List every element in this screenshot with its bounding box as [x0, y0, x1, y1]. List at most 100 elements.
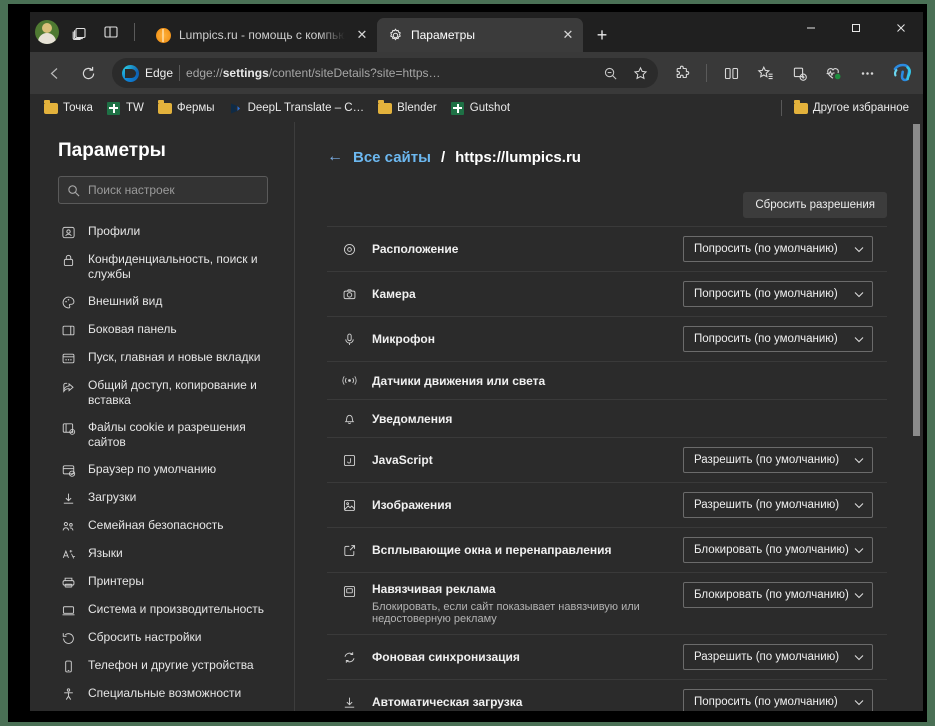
chevron-down-icon: [854, 336, 864, 343]
permission-value: Попросить (по умолчанию): [694, 288, 838, 300]
sidebar-item-profiles[interactable]: Профили: [30, 218, 294, 246]
bookmark-label: Blender: [397, 102, 437, 114]
permission-row-images: Изображения Разрешить (по умолчанию): [327, 483, 887, 528]
sidebar-item-label: Принтеры: [88, 574, 144, 588]
palette-icon: [60, 294, 76, 310]
maximize-button[interactable]: [833, 12, 878, 44]
sidebar-item-appearance[interactable]: Внешний вид: [30, 288, 294, 316]
breadcrumb-all-sites-link[interactable]: Все сайты: [353, 149, 431, 166]
close-tab-icon[interactable]: ✕: [353, 26, 371, 44]
bookmark-label: Фермы: [176, 102, 215, 114]
permission-label: Всплывающие окна и перенаправления: [372, 543, 612, 557]
collections-icon[interactable]: [783, 57, 815, 89]
content-scrollbar[interactable]: [910, 122, 923, 711]
other-favorites-button[interactable]: Другое избранное: [788, 98, 915, 118]
sidebar-item-label: Система и производительность: [88, 602, 265, 616]
chevron-down-icon: [854, 502, 864, 509]
permission-label-with-desc: Навязчивая реклама Блокировать, если сай…: [372, 582, 683, 625]
sidebar-item-start-home-newtabs[interactable]: Пуск, главная и новые вкладки: [30, 344, 294, 372]
settings-sidebar: Параметры Профили Конфи: [30, 122, 295, 711]
settings-content: ← Все сайты / https://lumpics.ru Сбросит…: [295, 122, 923, 711]
bookmark-item[interactable]: Точка: [38, 98, 99, 118]
sync-icon: [341, 649, 358, 666]
scrollbar-thumb[interactable]: [913, 124, 920, 436]
permission-select[interactable]: Разрешить (по умолчанию): [683, 492, 873, 518]
sidebar-item-about-edge[interactable]: О программе Microsoft Edge: [30, 708, 294, 711]
bookmark-item[interactable]: Gutshot: [445, 98, 516, 118]
permission-value: Попросить (по умолчанию): [694, 696, 838, 708]
spreadsheet-icon: [451, 101, 465, 115]
bookmark-item[interactable]: Blender: [372, 98, 443, 118]
permission-label: Фоновая синхронизация: [372, 650, 520, 664]
sidebar-item-family-safety[interactable]: Семейная безопасность: [30, 512, 294, 540]
browser-essentials-icon[interactable]: [817, 57, 849, 89]
puzzle-icon[interactable]: [666, 57, 698, 89]
bookmark-item[interactable]: Фермы: [152, 98, 221, 118]
sidebar-item-label: Специальные возможности: [88, 686, 242, 700]
window-controls: [788, 12, 923, 52]
sidebar-item-languages[interactable]: Языки: [30, 540, 294, 568]
permission-row-automatic-downloads: Автоматическая загрузка Попросить (по ум…: [327, 680, 887, 711]
permission-select[interactable]: Блокировать (по умолчанию): [683, 582, 873, 608]
sidebar-item-label: Боковая панель: [88, 322, 177, 336]
permission-select[interactable]: Разрешить (по умолчанию): [683, 644, 873, 670]
split-screen-icon[interactable]: [96, 17, 126, 47]
sidebar-item-downloads[interactable]: Загрузки: [30, 484, 294, 512]
permission-select[interactable]: Попросить (по умолчанию): [683, 281, 873, 307]
chevron-down-icon: [854, 291, 864, 298]
browser-tab-active[interactable]: Параметры ✕: [377, 18, 583, 52]
permission-select[interactable]: Разрешить (по умолчанию): [683, 447, 873, 473]
divider: [706, 64, 707, 82]
profile-avatar-button[interactable]: [32, 17, 62, 47]
split-screen-icon[interactable]: [715, 57, 747, 89]
star-icon[interactable]: [628, 61, 652, 85]
permission-select-open[interactable]: Попросить (по умолчанию): [683, 326, 873, 352]
permission-select[interactable]: Попросить (по умолчанию): [683, 689, 873, 711]
sidebar-item-label: Сбросить настройки: [88, 630, 202, 644]
sidebar-item-label: Загрузки: [88, 490, 137, 504]
site-details-panel: ← Все сайты / https://lumpics.ru Сбросит…: [295, 122, 923, 711]
permission-select[interactable]: Попросить (по умолчанию): [683, 236, 873, 262]
sidebar-item-phone-other-devices[interactable]: Телефон и другие устройства: [30, 652, 294, 680]
popup-icon: [341, 542, 358, 559]
permission-row-camera: Камера Попросить (по умолчанию): [327, 272, 887, 317]
favorites-list-icon[interactable]: [749, 57, 781, 89]
permission-row-location: Расположение Попросить (по умолчанию): [327, 227, 887, 272]
sidebar-item-reset-settings[interactable]: Сбросить настройки: [30, 624, 294, 652]
address-bar[interactable]: Edge edge://settings/content/siteDetails…: [112, 58, 658, 88]
zoom-out-icon[interactable]: [598, 61, 622, 85]
sidebar-item-share-copy-paste[interactable]: Общий доступ, копирование и вставка: [30, 372, 294, 414]
close-window-button[interactable]: [878, 12, 923, 44]
orange-circle-icon: [155, 27, 171, 43]
reset-permissions-button[interactable]: Сбросить разрешения: [743, 192, 887, 218]
back-icon[interactable]: [38, 57, 70, 89]
new-tab-icon[interactable]: +: [587, 20, 617, 50]
sidebar-item-default-browser[interactable]: Браузер по умолчанию: [30, 456, 294, 484]
location-icon: [341, 241, 358, 258]
reload-icon[interactable]: [72, 57, 104, 89]
permission-value: Попросить (по умолчанию): [694, 333, 838, 345]
share-icon: [60, 378, 76, 394]
bookmark-item[interactable]: TW: [101, 98, 150, 118]
bookmarks-bar: Точка TW Фермы DeepL Translate – C… Blen…: [30, 94, 923, 122]
permission-label: Расположение: [372, 242, 459, 256]
back-arrow-icon[interactable]: ←: [327, 148, 343, 166]
minimize-button[interactable]: [788, 12, 833, 44]
more-ellipsis-icon[interactable]: [851, 57, 883, 89]
tab-search-icon[interactable]: [64, 17, 94, 47]
tab-strip-left-icons: [30, 12, 145, 52]
sidebar-item-sidebar[interactable]: Боковая панель: [30, 316, 294, 344]
sidebar-item-accessibility[interactable]: Специальные возможности: [30, 680, 294, 708]
close-tab-icon[interactable]: ✕: [559, 26, 577, 44]
bookmark-item[interactable]: DeepL Translate – C…: [223, 98, 371, 118]
browser-tab[interactable]: Lumpics.ru - помощь с компьюте ✕: [145, 18, 377, 52]
search-input[interactable]: [88, 183, 259, 197]
copilot-icon[interactable]: [889, 60, 915, 86]
sidebar-item-system-performance[interactable]: Система и производительность: [30, 596, 294, 624]
reset-icon: [60, 630, 76, 646]
settings-search-box[interactable]: [58, 176, 268, 204]
permission-select[interactable]: Блокировать (по умолчанию): [683, 537, 873, 563]
sidebar-item-cookies-site-permissions[interactable]: Файлы cookie и разрешения сайтов: [30, 414, 294, 456]
sidebar-item-printers[interactable]: Принтеры: [30, 568, 294, 596]
sidebar-item-privacy[interactable]: Конфиденциальность, поиск и службы: [30, 246, 294, 288]
